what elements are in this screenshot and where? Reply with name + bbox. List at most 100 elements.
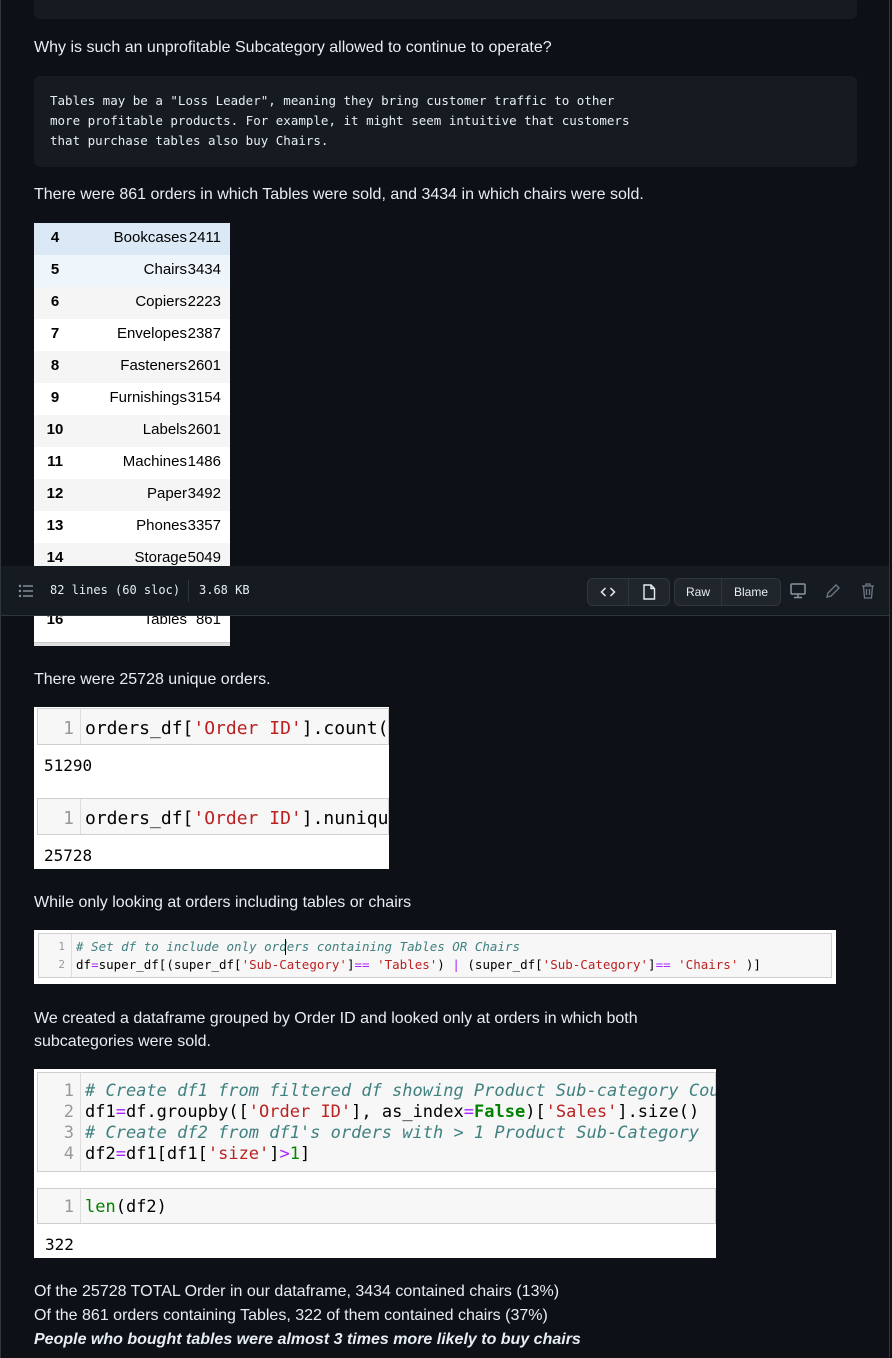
row-index: 12: [46, 485, 64, 502]
row-category: Envelopes: [116, 325, 187, 342]
line-number: 1: [63, 1081, 74, 1101]
code-token: df2: [85, 1144, 116, 1164]
count-cells-image: 1 orders_df['Order ID'].count() 51290 1 …: [34, 707, 389, 869]
row-category: Storage: [134, 549, 187, 566]
question-paragraph: Why is such an unprofitable Subcategory …: [34, 39, 552, 56]
orders-paragraph: There were 861 orders in which Tables we…: [34, 186, 644, 203]
code-string: 'size': [207, 1144, 270, 1164]
outline-icon[interactable]: [18, 584, 34, 598]
row-count: 2223: [187, 293, 221, 310]
filter-cell-image: 1 2 # Set df to include only orders cont…: [34, 930, 836, 984]
raw-button[interactable]: Raw: [674, 578, 722, 606]
groupby-paragraph-line-2: subcategories were sold.: [34, 1033, 211, 1050]
row-category: Bookcases: [113, 229, 187, 246]
code-token: ]: [300, 1144, 311, 1164]
code-token: super_df[(super_df[: [98, 957, 242, 972]
preview-view-button[interactable]: [628, 578, 670, 606]
line-number: 2: [58, 958, 65, 971]
groupby-comment-2: # Create df2 from df1's orders with > 1 …: [85, 1123, 700, 1143]
table-row: 7 Envelopes 2387: [34, 319, 230, 351]
groupby-comment-1: # Create df1 from filtered df showing Pr…: [85, 1081, 716, 1101]
code-operator: ==: [354, 957, 370, 972]
row-index: 5: [50, 261, 60, 278]
table-row: 12 Paper 3492: [34, 479, 230, 511]
code-token: ].count(): [301, 718, 389, 739]
filter-paragraph: While only looking at orders including t…: [34, 894, 412, 911]
file-lines-count: 82 lines (60 sloc): [50, 583, 181, 597]
row-count: 5049: [187, 549, 221, 566]
code-string: 'Tables': [369, 957, 438, 972]
code-token: )]: [738, 957, 761, 972]
text-cursor: [285, 939, 286, 955]
code-token: ], as_index: [351, 1102, 464, 1122]
filter-comment: # Set df to include only orders containi…: [76, 939, 521, 954]
code-string: 'Sub-Category': [542, 957, 649, 972]
code-operator: =: [115, 1102, 126, 1122]
pencil-icon[interactable]: [823, 581, 843, 601]
nunique-output: 25728: [44, 846, 93, 865]
loss-leader-line-2: more profitable products. For example, i…: [50, 113, 630, 128]
table-bottom-shadow: [34, 642, 230, 646]
code-token: df: [76, 957, 92, 972]
row-index: 13: [46, 517, 64, 534]
row-category: Phones: [136, 517, 187, 534]
code-token: orders_df[: [85, 718, 194, 739]
code-operator: |: [452, 957, 460, 972]
table-row: 13 Phones 3357: [34, 511, 230, 543]
loss-leader-line-3: that purchase tables also buy Chairs.: [50, 133, 329, 148]
count-output: 51290: [44, 756, 93, 775]
table-row: 8 Fasteners 2601: [34, 351, 230, 383]
line-number: 4: [63, 1144, 74, 1164]
row-count: 2601: [187, 357, 221, 374]
code-view-button[interactable]: [587, 578, 629, 606]
trash-icon[interactable]: [858, 581, 878, 601]
header-divider: [188, 580, 189, 602]
groupby-paragraph-line-1: We created a dataframe grouped by Order …: [34, 1010, 638, 1027]
code-token: (df2): [115, 1197, 167, 1217]
row-count: 2387: [187, 325, 221, 342]
code-number: 1: [289, 1144, 301, 1164]
table-row: 10 Labels 2601: [34, 415, 230, 447]
gutter-line: [80, 1189, 81, 1223]
row-category: Copiers: [135, 293, 187, 310]
code-token: ]: [269, 1144, 280, 1164]
code-icon: [600, 587, 616, 597]
conclusion-line-1: Of the 25728 TOTAL Order in our datafram…: [34, 1283, 560, 1300]
line-number: 1: [63, 808, 74, 829]
loss-leader-line-1: Tables may be a "Loss Leader", meaning t…: [50, 93, 615, 108]
gutter-line: [80, 709, 81, 744]
code-token: ].nunique(): [301, 808, 389, 829]
code-token: ].size(): [617, 1102, 700, 1122]
row-category: Machines: [122, 453, 187, 470]
row-category: Furnishings: [109, 389, 187, 406]
gutter-line: [80, 1073, 81, 1171]
code-keyword: False: [474, 1102, 526, 1122]
line-number: 1: [63, 1197, 74, 1217]
groupby-cells-image: 1 2 3 4 # Create df1 from filtered df sh…: [34, 1069, 716, 1258]
code-token: (super_df[: [459, 957, 543, 972]
row-category: Paper: [146, 485, 187, 502]
blame-button[interactable]: Blame: [721, 578, 781, 606]
code-operator: =: [91, 957, 99, 972]
row-count: 3357: [187, 517, 221, 534]
row-category: Labels: [142, 421, 187, 438]
unique-orders-paragraph: There were 25728 unique orders.: [34, 671, 271, 688]
code-string: 'Sales': [545, 1102, 618, 1122]
code-token: ): [437, 957, 453, 972]
code-operator: =: [115, 1144, 126, 1164]
desktop-icon[interactable]: [788, 581, 808, 601]
code-token: ]: [648, 957, 656, 972]
code-token: df1[df1[: [125, 1144, 208, 1164]
row-count: 3434: [187, 261, 221, 278]
filter-df2-code-line: df2=df1[df1['size']>1]: [85, 1144, 310, 1164]
code-operator: >: [279, 1144, 290, 1164]
line-number: 2: [63, 1102, 74, 1122]
len-code: len(df2): [85, 1197, 167, 1217]
file-size: 3.68 KB: [199, 583, 250, 597]
row-category: Fasteners: [120, 357, 187, 374]
table-row: 5 Chairs 3434: [34, 255, 230, 287]
nunique-code: orders_df['Order ID'].nunique(): [85, 808, 389, 829]
row-count: 1486: [187, 453, 221, 470]
conclusion-line-3: People who bought tables were almost 3 t…: [34, 1331, 581, 1348]
gutter-line: [71, 934, 72, 977]
